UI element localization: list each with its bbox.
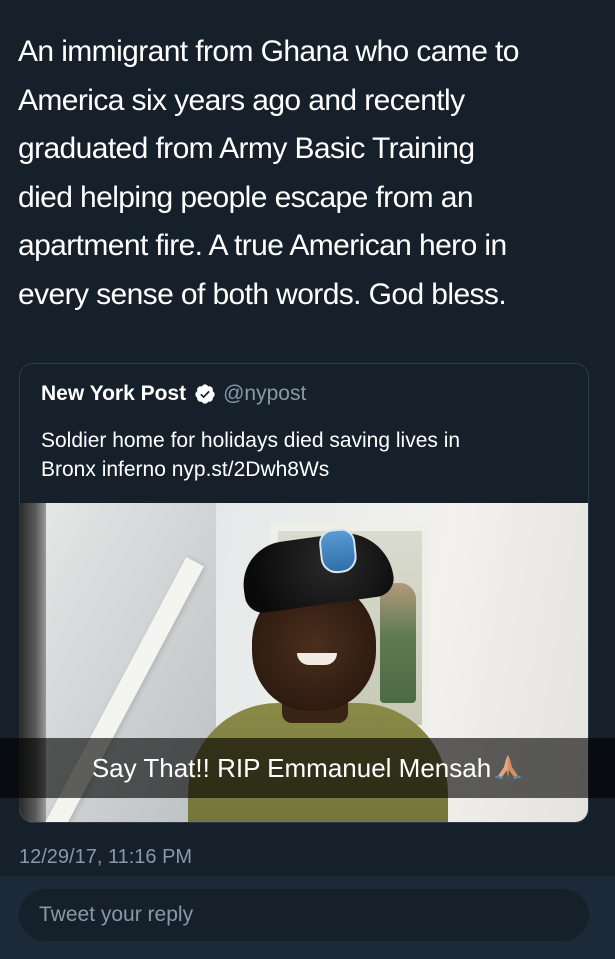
photo-soldier-smile [297, 653, 337, 665]
quoted-author-handle[interactable]: @nypost [223, 382, 306, 406]
tweet-text: An immigrant from Ghana who came to Amer… [18, 35, 519, 311]
caption-overlay: Say That!! RIP Emmanuel Mensah [0, 748, 615, 788]
photo-background-person [380, 583, 416, 703]
folded-hands-icon [495, 755, 522, 779]
quoted-tweet-header: New York Post @nypost [41, 382, 306, 406]
tweet-timestamp: 12/29/17, 11:16 PM [19, 846, 193, 868]
verified-badge-icon [195, 384, 215, 404]
photo-beret-flash [317, 527, 359, 575]
quoted-tweet-text: Soldier home for holidays died saving li… [41, 429, 461, 481]
quoted-author-name[interactable]: New York Post [41, 382, 186, 406]
reply-input[interactable]: Tweet your reply [19, 889, 589, 941]
tweet-detail-screen: An immigrant from Ghana who came to Amer… [0, 0, 615, 959]
caption-overlay-text: Say That!! RIP Emmanuel Mensah [91, 753, 492, 783]
